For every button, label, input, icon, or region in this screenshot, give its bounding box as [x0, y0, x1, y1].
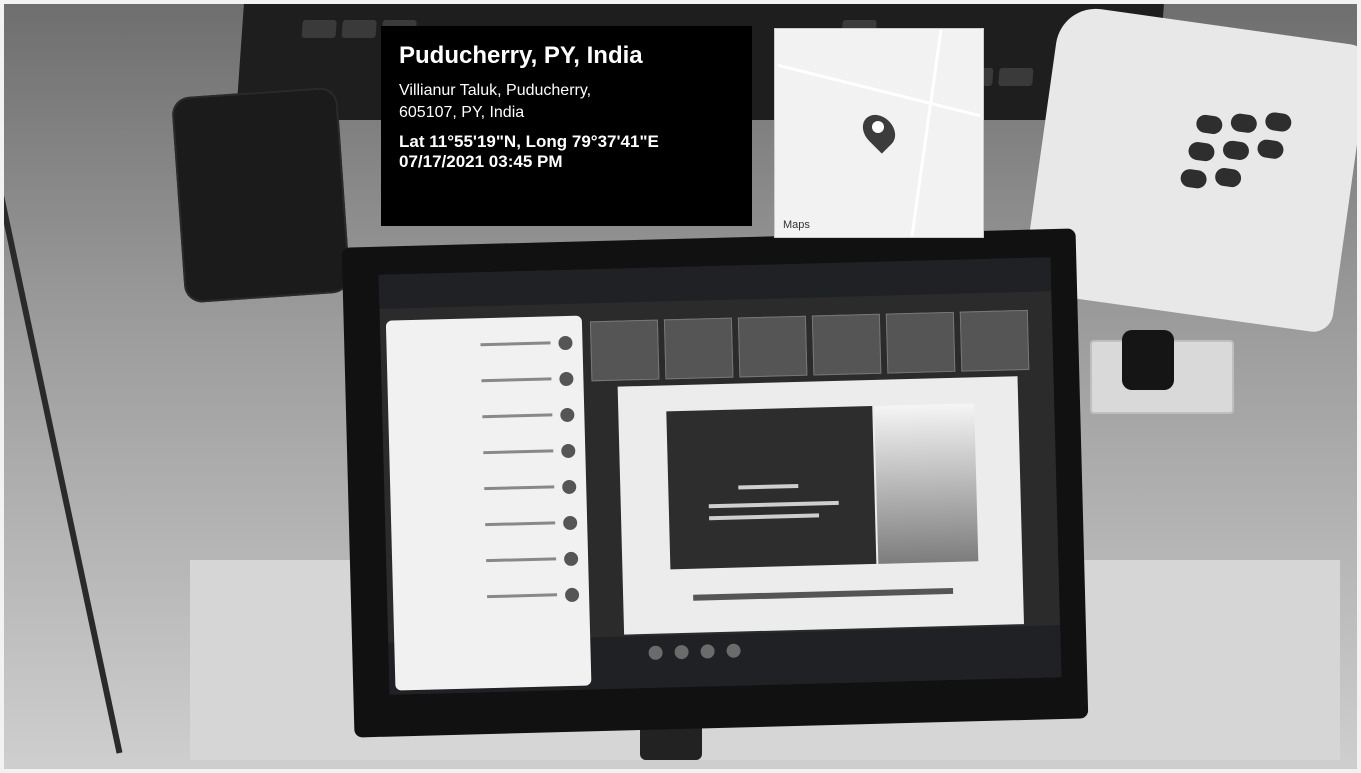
participant-tile [885, 311, 956, 374]
slide-photo [874, 403, 979, 564]
participant-tile [663, 317, 734, 380]
geotag-place: Puducherry, PY, India [399, 42, 643, 69]
cable [0, 126, 123, 754]
monitor-screen [378, 257, 1062, 695]
participant-tile [959, 309, 1030, 372]
slide-quote-box [666, 405, 877, 570]
participant-tile [737, 315, 808, 378]
geotag-overlay: Puducherry, PY, India Villianur Taluk, P… [381, 26, 752, 226]
maps-brand: Maps [783, 219, 810, 231]
geotag-address-line2: 605107, PY, India [399, 104, 525, 121]
speaker [171, 86, 351, 304]
power-plug [1122, 330, 1174, 390]
participant-tile [589, 319, 660, 382]
geotag-datetime: 07/17/2021 03:45 PM [399, 152, 563, 171]
people-panel [385, 315, 592, 691]
geotag-address-line1: Villianur Taluk, Puducherry, [399, 82, 592, 99]
slide-title [693, 587, 954, 601]
geotag-coordinates: Lat 11°55'19"N, Long 79°37'41"E [399, 132, 659, 151]
photo-scene: Puducherry, PY, India Villianur Taluk, P… [0, 0, 1361, 773]
presentation-slide [617, 376, 1024, 635]
map-thumbnail: Maps [774, 28, 984, 238]
participant-tile [811, 313, 882, 376]
